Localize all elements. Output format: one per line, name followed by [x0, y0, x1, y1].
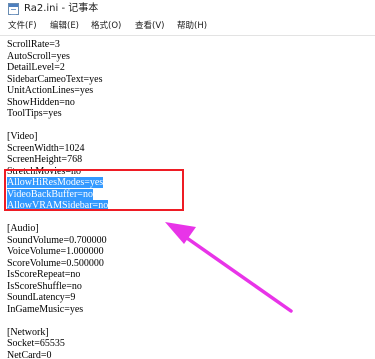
- notepad-window: Ra2.ini - 记事本 文件(F) 编辑(E) 格式(O) 查看(V) 帮助…: [0, 0, 375, 359]
- text-line[interactable]: UnitActionLines=yes: [7, 85, 93, 97]
- title-bar: Ra2.ini - 记事本: [0, 0, 375, 18]
- text-line[interactable]: [Audio]: [7, 223, 39, 235]
- selected-text-line[interactable]: VideoBackBuffer=no: [7, 188, 93, 201]
- line-text: SoundVolume=0.700000: [7, 234, 107, 246]
- text-line[interactable]: StretchMovies=no: [7, 166, 81, 178]
- line-text: AllowHiResModes=yes: [7, 177, 104, 188]
- line-text: ToolTips=yes: [7, 108, 62, 119]
- line-text: VoiceVolume=1.000000: [7, 246, 104, 257]
- menu-format[interactable]: 格式(O): [91, 18, 121, 35]
- selected-text-line[interactable]: AllowHiResModes=yes: [7, 177, 104, 189]
- menu-help[interactable]: 帮助(H): [177, 18, 207, 35]
- menu-edit[interactable]: 编辑(E): [50, 18, 79, 35]
- text-line[interactable]: SoundLatency=9: [7, 292, 75, 304]
- text-line[interactable]: [Video]: [7, 131, 38, 143]
- text-line[interactable]: ShowHidden=no: [7, 97, 75, 109]
- selected-text-line[interactable]: AllowVRAMSidebar=no: [7, 200, 109, 212]
- line-text: NetCard=0: [7, 349, 52, 359]
- text-line[interactable]: SidebarCameoText=yes: [7, 74, 102, 86]
- notepad-icon: [8, 3, 19, 15]
- text-line[interactable]: NetCard=0: [7, 350, 52, 359]
- line-text: ScrollRate=3: [7, 39, 60, 50]
- line-text: IsScoreRepeat=no: [7, 269, 81, 280]
- line-text: UnitActionLines=yes: [7, 85, 94, 96]
- window-title: Ra2.ini - 记事本: [24, 3, 99, 14]
- text-line[interactable]: ScrollRate=3: [7, 39, 60, 51]
- text-line[interactable]: ScoreVolume=0.500000: [7, 258, 104, 270]
- line-text: ScoreVolume=0.500000: [7, 257, 104, 269]
- menu-view[interactable]: 查看(V): [135, 18, 164, 35]
- line-text: ScreenHeight=768: [7, 154, 83, 165]
- line-text: SidebarCameoText=yes: [7, 73, 103, 85]
- line-text: ScreenWidth=1024: [7, 142, 85, 154]
- text-line[interactable]: [Network]: [7, 327, 49, 339]
- menu-file[interactable]: 文件(F): [8, 18, 37, 35]
- text-line[interactable]: ScreenHeight=768: [7, 154, 82, 166]
- text-line[interactable]: IsScoreShuffle=no: [7, 281, 82, 293]
- text-line[interactable]: DetailLevel=2: [7, 62, 65, 74]
- line-text: AllowVRAMSidebar=no: [7, 200, 109, 211]
- text-line[interactable]: Socket=65535: [7, 338, 65, 350]
- text-line[interactable]: ToolTips=yes: [7, 108, 62, 120]
- line-text: StretchMovies=no: [7, 165, 81, 177]
- line-text: InGameMusic=yes: [7, 303, 84, 315]
- line-text: IsScoreShuffle=no: [7, 280, 82, 292]
- text-line[interactable]: AutoScroll=yes: [7, 51, 70, 63]
- menu-bar: 文件(F) 编辑(E) 格式(O) 查看(V) 帮助(H): [0, 18, 375, 35]
- line-text: [Audio]: [7, 223, 39, 234]
- line-text: DetailLevel=2: [7, 62, 65, 73]
- text-line[interactable]: ScreenWidth=1024: [7, 143, 84, 155]
- text-line[interactable]: VoiceVolume=1.000000: [7, 246, 104, 258]
- line-text: AutoScroll=yes: [7, 50, 70, 62]
- line-text: SoundLatency=9: [7, 292, 76, 303]
- text-line[interactable]: InGameMusic=yes: [7, 304, 83, 316]
- line-text: Socket=65535: [7, 338, 65, 349]
- text-editor[interactable]: ScrollRate=3 AutoScroll=yes DetailLevel=2 S…: [0, 35, 375, 359]
- text-line[interactable]: SoundVolume=0.700000: [7, 235, 107, 247]
- line-text: [Network]: [7, 326, 49, 338]
- line-text: ShowHidden=no: [7, 96, 75, 108]
- text-line[interactable]: IsScoreRepeat=no: [7, 269, 80, 281]
- line-text: VideoBackBuffer=no: [7, 188, 93, 200]
- line-text: [Video]: [7, 131, 38, 142]
